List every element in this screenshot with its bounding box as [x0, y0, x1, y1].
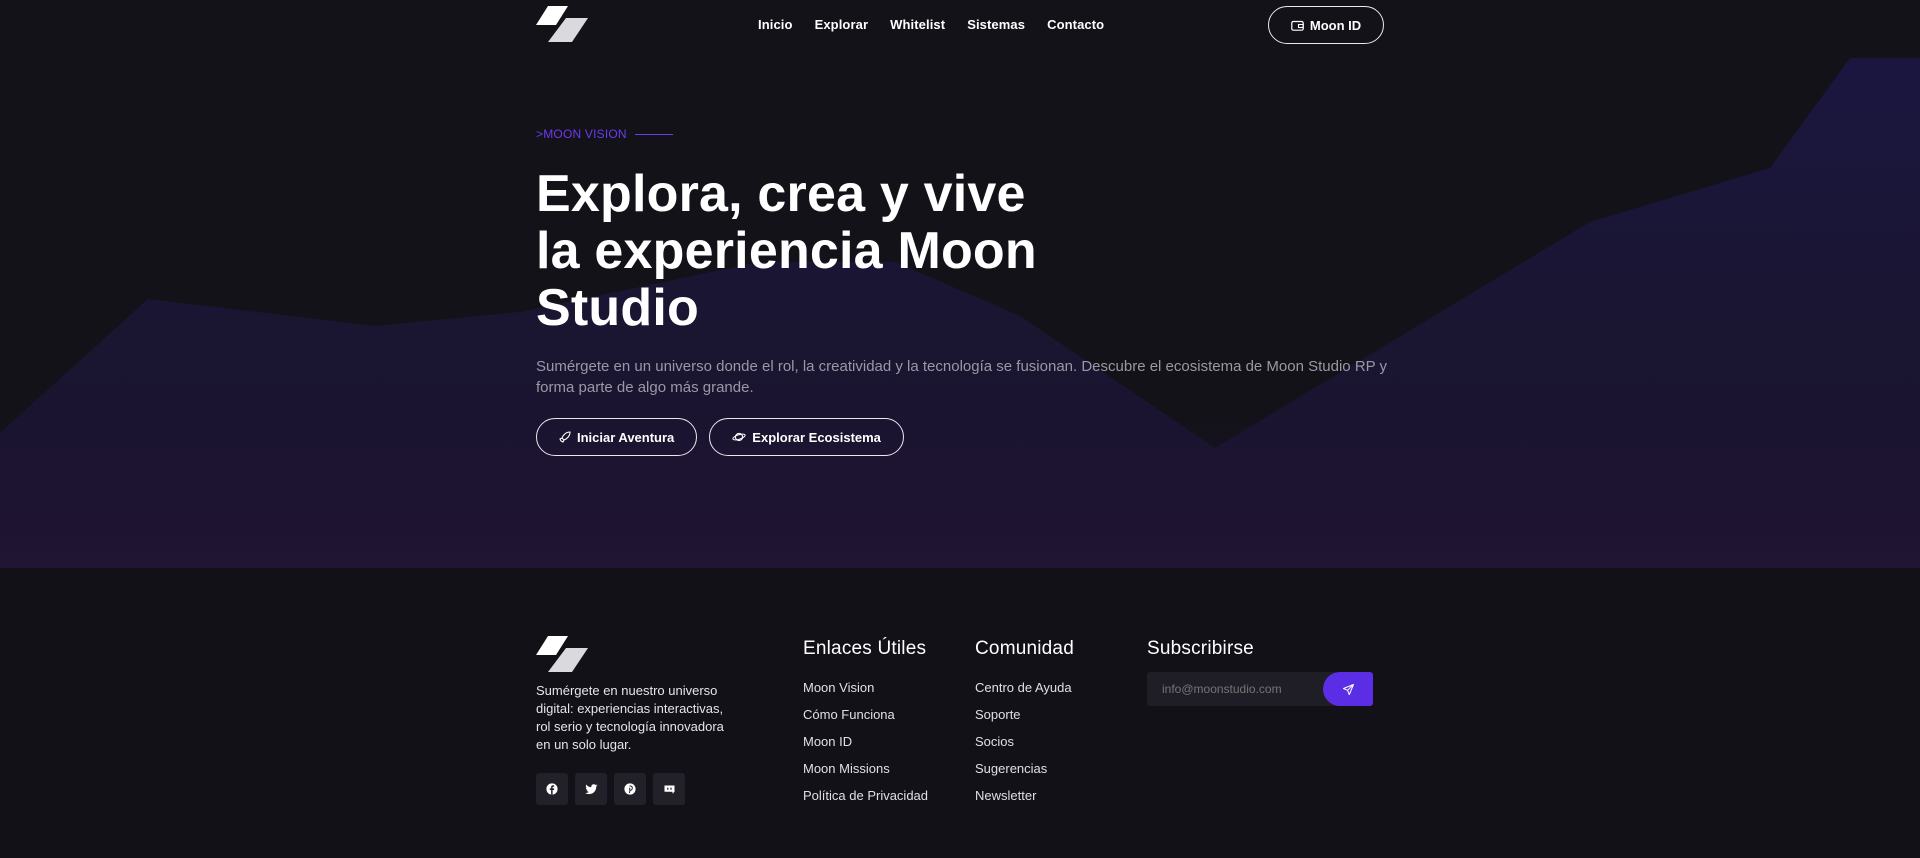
start-adventure-label: Iniciar Aventura — [577, 429, 675, 445]
hero-eyebrow-text: >MOON VISION — [536, 127, 627, 141]
hero-description: Sumérgete en un universo donde el rol, l… — [536, 358, 1388, 396]
send-icon — [1342, 683, 1354, 695]
nav-link-explorar[interactable]: Explorar — [815, 17, 869, 32]
discord-icon — [664, 785, 674, 794]
site-footer: Sumérgete en nuestro universo digital: e… — [0, 568, 1920, 858]
footer-description: Sumérgete en nuestro universo digital: e… — [536, 683, 724, 752]
eyebrow-divider — [634, 133, 673, 135]
hero-title-line-1: Explora, crea y vive — [536, 165, 1026, 223]
main-nav: Inicio Explorar Whitelist Sistemas Conta… — [758, 17, 1126, 32]
hero-title-line-3: Studio — [536, 279, 699, 337]
footer-link-support[interactable]: Soporte — [975, 701, 1074, 728]
pinterest-button[interactable] — [614, 773, 646, 805]
site-header: Inicio Explorar Whitelist Sistemas Conta… — [0, 0, 1920, 50]
moon-id-button[interactable]: Moon ID — [1268, 6, 1384, 44]
hero-eyebrow: >MOON VISION — [536, 127, 673, 141]
subscribe-title: Subscribirse — [1147, 638, 1254, 659]
footer-link-como-funciona[interactable]: Cómo Funciona — [803, 701, 928, 728]
facebook-button[interactable] — [536, 773, 568, 805]
social-links — [536, 773, 685, 805]
subscribe-email-input[interactable] — [1147, 672, 1337, 706]
hero-actions: Iniciar Aventura Explorar Ecosistema — [536, 418, 904, 456]
nav-link-sistemas[interactable]: Sistemas — [967, 17, 1025, 32]
footer-link-moon-vision[interactable]: Moon Vision — [803, 674, 928, 701]
rocket-icon — [559, 431, 571, 443]
subscribe-column: Subscribirse — [1147, 638, 1373, 706]
footer-logo[interactable] — [536, 636, 588, 674]
explore-ecosystem-label: Explorar Ecosistema — [752, 429, 881, 445]
planet-icon — [732, 432, 746, 442]
wallet-icon — [1291, 20, 1304, 31]
footer-link-newsletter[interactable]: Newsletter — [975, 782, 1074, 809]
pinterest-icon — [624, 783, 636, 795]
footer-link-privacy-policy[interactable]: Política de Privacidad — [803, 782, 928, 809]
hero-title-line-2: la experiencia Moon — [536, 222, 1037, 280]
community-column: Comunidad Centro de Ayuda Soporte Socios… — [975, 638, 1074, 809]
nav-link-whitelist[interactable]: Whitelist — [890, 17, 945, 32]
footer-link-moon-id[interactable]: Moon ID — [803, 728, 928, 755]
twitter-icon — [584, 783, 597, 794]
useful-links-column: Enlaces Útiles Moon Vision Cómo Funciona… — [803, 638, 928, 809]
footer-link-partners[interactable]: Socios — [975, 728, 1074, 755]
footer-link-suggestions[interactable]: Sugerencias — [975, 755, 1074, 782]
nav-link-contacto[interactable]: Contacto — [1047, 17, 1104, 32]
moon-id-button-label: Moon ID — [1309, 17, 1362, 33]
explore-ecosystem-button[interactable]: Explorar Ecosistema — [709, 418, 904, 456]
footer-link-moon-missions[interactable]: Moon Missions — [803, 755, 928, 782]
nav-link-inicio[interactable]: Inicio — [758, 17, 793, 32]
moon-studio-logo[interactable] — [536, 6, 588, 44]
community-title: Comunidad — [975, 638, 1074, 659]
useful-links-title: Enlaces Útiles — [803, 638, 927, 659]
hero-title: Explora, crea y vive la experiencia Moon… — [536, 166, 1056, 337]
subscribe-submit-button[interactable] — [1323, 672, 1373, 706]
twitter-button[interactable] — [575, 773, 607, 805]
footer-link-help-center[interactable]: Centro de Ayuda — [975, 674, 1074, 701]
discord-button[interactable] — [653, 773, 685, 805]
start-adventure-button[interactable]: Iniciar Aventura — [536, 418, 698, 456]
facebook-icon — [546, 783, 558, 795]
subscribe-form — [1147, 672, 1373, 706]
